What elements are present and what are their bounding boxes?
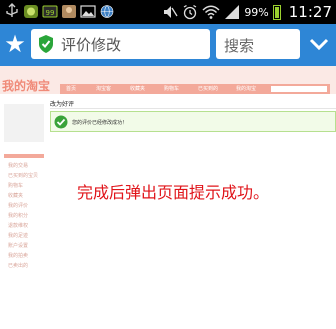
sidebar-item[interactable]: 已买到的宝贝 (8, 172, 38, 179)
sidebar-item[interactable]: 我的拍卖 (8, 252, 28, 259)
status-bar: 99 99% 11:27 (0, 0, 336, 24)
sidebar-item[interactable]: 购物车 (8, 182, 23, 189)
instruction-caption: 完成后弹出页面提示成功。 (77, 183, 270, 202)
search-box[interactable]: 搜索 (216, 29, 300, 59)
nav-item[interactable]: 我的淘宝 (236, 84, 256, 94)
sidebar-item[interactable]: 我的足迹 (8, 232, 28, 239)
battery-icon (272, 4, 281, 20)
usb-icon (6, 3, 18, 17)
site-search-input[interactable] (270, 85, 328, 93)
success-message: 您的评价已经修改成功！ (72, 120, 128, 126)
nav-item[interactable]: 已买到的 (198, 84, 218, 94)
nav-item[interactable]: 首页 (66, 84, 76, 94)
success-notice: 您的评价已经修改成功！ (50, 111, 336, 132)
sidebar-item[interactable]: 已卖出的 (8, 262, 28, 269)
site-logo[interactable]: 我的淘宝 (2, 77, 50, 94)
svg-text:99: 99 (46, 9, 55, 17)
clock: 11:27 (288, 3, 332, 21)
section-header: 改为好评 (50, 99, 336, 109)
shield-check-icon (39, 35, 53, 53)
sidebar: 我的交易 已买到的宝贝 购物车 收藏夹 我的评价 我的积分 退款维权 我的足迹 … (0, 94, 48, 329)
app-notification-icon (24, 5, 38, 18)
signal-icon (225, 5, 240, 19)
address-bar[interactable]: 评价修改 (31, 29, 210, 59)
nav-item[interactable]: 购物车 (164, 84, 179, 94)
nav-item[interactable]: 收藏夹 (130, 84, 145, 94)
user-avatar-icon (62, 5, 76, 18)
sidebar-item[interactable]: 退款维权 (8, 222, 28, 229)
nav-item[interactable]: 淘宝客 (96, 84, 111, 94)
battery-percent: 99% (244, 5, 269, 19)
sidebar-header (4, 154, 44, 158)
sidebar-item[interactable]: 我的交易 (8, 162, 28, 169)
sidebar-item[interactable]: 我的积分 (8, 212, 28, 219)
chevron-down-icon[interactable] (308, 34, 330, 54)
section-title: 改为好评 (50, 101, 75, 108)
sidebar-item[interactable]: 账户设置 (8, 242, 28, 249)
sidebar-item[interactable]: 我的评价 (8, 202, 28, 209)
sidebar-item[interactable]: 收藏夹 (8, 192, 23, 199)
globe-icon (100, 5, 114, 18)
battery-app-icon: 99 (42, 5, 58, 18)
site-header: 我的淘宝 首页 淘宝客 收藏夹 购物车 已买到的 我的淘宝 (0, 66, 336, 94)
search-label: 搜索 (224, 37, 255, 55)
image-icon (80, 5, 96, 18)
notification-icons: 99 (4, 3, 115, 20)
browser-toolbar: ★ 评价修改 搜索 (0, 24, 336, 66)
wifi-icon (202, 5, 220, 19)
avatar (4, 104, 44, 142)
mute-icon (164, 6, 178, 18)
bookmark-star-icon[interactable]: ★ (4, 31, 26, 57)
page-title: 评价修改 (61, 36, 122, 54)
check-circle-icon (54, 115, 68, 129)
alarm-icon (183, 4, 197, 20)
screen: 99 99% 11:27 ★ 评价修改 搜索 我的淘宝 首页 淘宝客 收藏夹 购… (0, 0, 336, 329)
system-indicators: 99% 11:27 (162, 0, 332, 24)
